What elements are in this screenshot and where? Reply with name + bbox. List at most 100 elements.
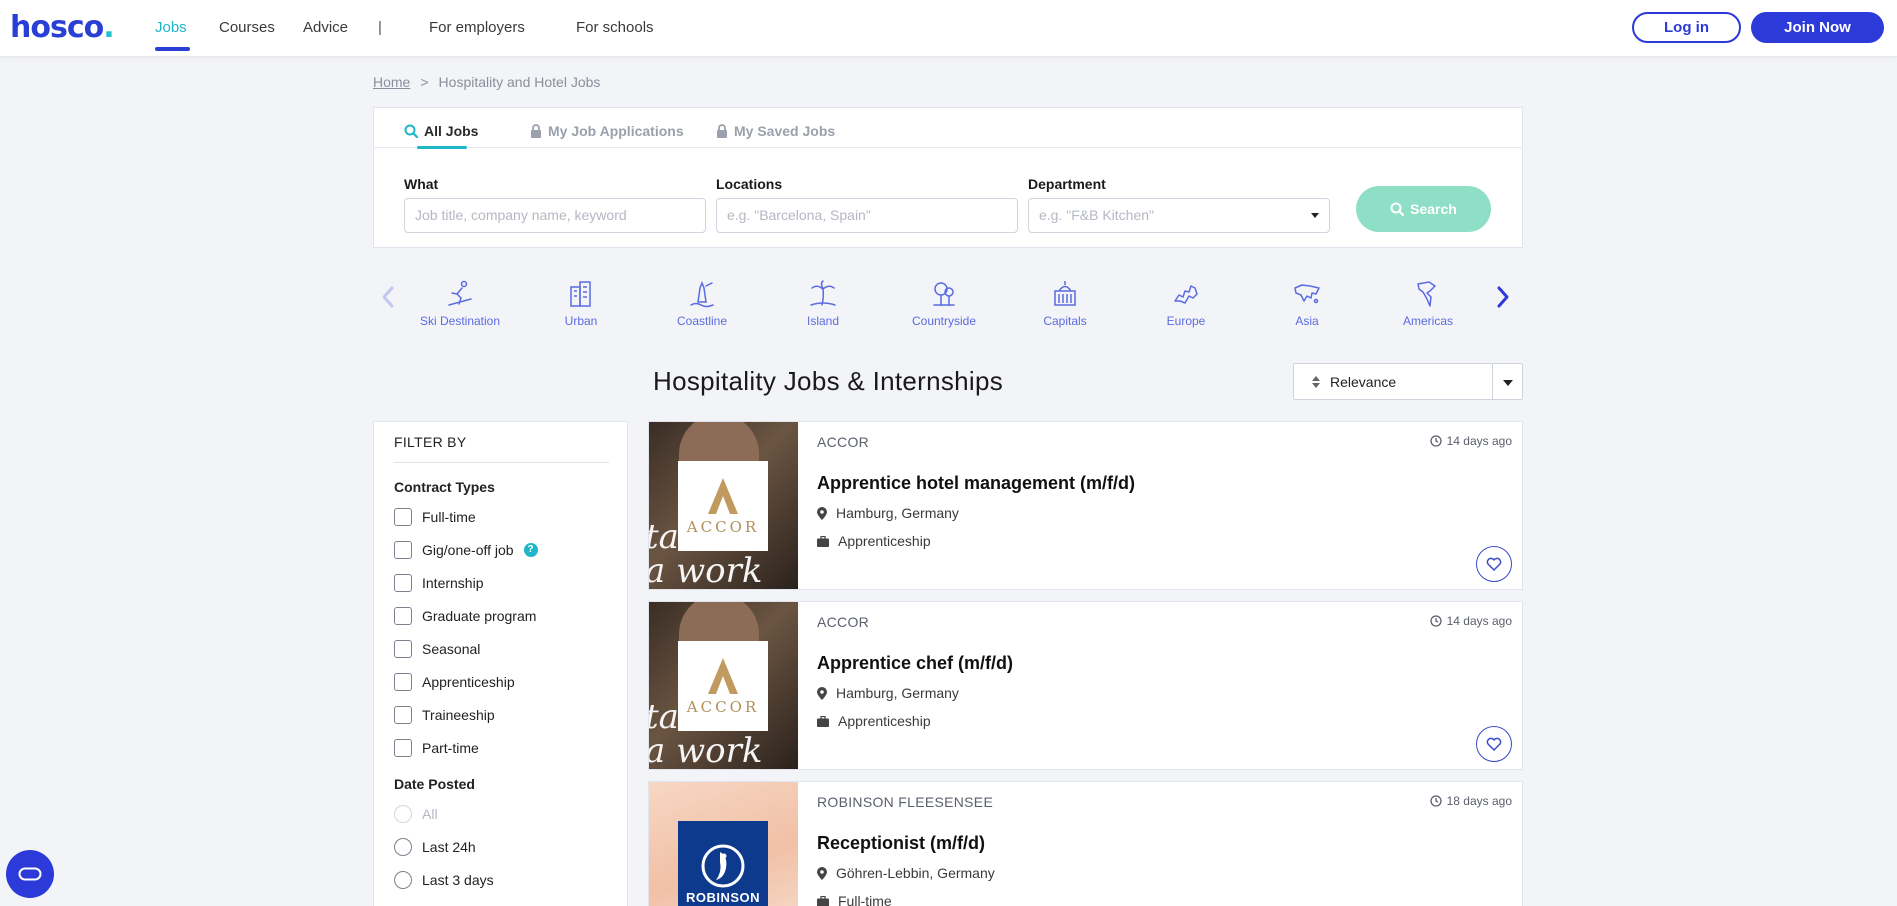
- checkbox[interactable]: [394, 640, 412, 658]
- destination-countryside[interactable]: Countryside: [894, 278, 994, 328]
- job-card[interactable]: ROBINSON ROBINSON FLEESENSEE 18 days ago…: [648, 781, 1523, 906]
- filter-option-internship[interactable]: Internship: [394, 573, 483, 593]
- job-title[interactable]: Apprentice hotel management (m/f/d): [817, 473, 1135, 494]
- date-option-label: Last 24h: [422, 839, 476, 855]
- filter-option-label: Apprenticeship: [422, 674, 515, 690]
- login-button[interactable]: Log in: [1632, 12, 1741, 43]
- destination-label: Asia: [1295, 314, 1319, 328]
- destination-europe[interactable]: Europe: [1136, 278, 1236, 328]
- posted-date: 14 days ago: [1429, 434, 1512, 448]
- carousel-prev-button[interactable]: [381, 285, 395, 314]
- nav-advice[interactable]: Advice: [303, 19, 348, 36]
- job-title[interactable]: Receptionist (m/f/d): [817, 833, 985, 854]
- checkbox[interactable]: [394, 541, 412, 559]
- checkbox[interactable]: [394, 574, 412, 592]
- destination-label: Coastline: [676, 314, 728, 328]
- checkbox[interactable]: [394, 706, 412, 724]
- job-thumbnail: ROBINSON: [649, 782, 798, 906]
- europe-map-icon: [1174, 285, 1198, 304]
- tab-my-job-applications[interactable]: My Job Applications: [530, 123, 684, 139]
- save-job-button[interactable]: [1476, 546, 1512, 582]
- company-name[interactable]: ROBINSON FLEESENSEE: [817, 794, 993, 810]
- filter-option-traineeship[interactable]: Traineeship: [394, 705, 495, 725]
- tab-label: My Job Applications: [548, 123, 684, 139]
- company-logo: ROBINSON: [678, 821, 768, 906]
- filter-option-seasonal[interactable]: Seasonal: [394, 639, 480, 659]
- department-select[interactable]: e.g. "F&B Kitchen": [1028, 198, 1330, 233]
- checkbox[interactable]: [394, 607, 412, 625]
- search-button-label: Search: [1410, 201, 1457, 217]
- company-logo: ACCOR: [678, 641, 768, 731]
- radio[interactable]: [394, 871, 412, 889]
- date-option-last-24h[interactable]: Last 24h: [394, 837, 476, 857]
- carousel-next-button[interactable]: [1496, 285, 1510, 314]
- destination-label: Countryside: [911, 314, 977, 328]
- capitol-icon: [1054, 281, 1076, 306]
- tab-label: All Jobs: [424, 123, 479, 139]
- date-option-all[interactable]: All: [394, 804, 438, 824]
- filter-option-label: Part-time: [422, 740, 479, 756]
- destination-label: Capitals: [1043, 314, 1087, 328]
- filter-option-graduate-program[interactable]: Graduate program: [394, 606, 536, 626]
- destination-island[interactable]: Island: [773, 278, 873, 328]
- department-label: Department: [1028, 176, 1106, 192]
- destination-americas[interactable]: Americas: [1378, 278, 1478, 328]
- location-text: Hamburg, Germany: [836, 505, 959, 521]
- clock-icon: [1429, 795, 1442, 807]
- search-button[interactable]: Search: [1356, 186, 1491, 232]
- locations-input[interactable]: e.g. "Barcelona, Spain": [716, 198, 1018, 233]
- destination-urban[interactable]: Urban: [531, 278, 631, 328]
- job-title[interactable]: Apprentice chef (m/f/d): [817, 653, 1013, 674]
- destination-label: Island: [806, 314, 840, 328]
- save-job-button[interactable]: [1476, 726, 1512, 762]
- buildings-icon: [570, 281, 591, 307]
- radio[interactable]: [394, 805, 412, 823]
- robinson-logo-icon: [701, 844, 745, 888]
- filter-option-label: Gig/one-off job: [422, 542, 514, 558]
- job-card[interactable]: taa work fh ACCOR ACCOR 14 days ago Appr…: [648, 421, 1523, 590]
- americas-map-icon: [1417, 281, 1436, 307]
- asia-map-icon: [1294, 284, 1320, 304]
- company-name[interactable]: ACCOR: [817, 614, 869, 630]
- filter-option-gig[interactable]: Gig/one-off job?: [394, 540, 538, 560]
- company-name[interactable]: ACCOR: [817, 434, 869, 450]
- nav-jobs[interactable]: Jobs: [155, 19, 187, 36]
- destination-ski[interactable]: Ski Destination: [410, 278, 510, 328]
- tab-all-jobs[interactable]: All Jobs: [404, 123, 478, 139]
- job-card[interactable]: taa work fh ACCOR ACCOR 14 days ago Appr…: [648, 601, 1523, 770]
- join-now-button[interactable]: Join Now: [1751, 12, 1884, 43]
- nav-courses[interactable]: Courses: [219, 19, 275, 36]
- filter-option-part-time[interactable]: Part-time: [394, 738, 479, 758]
- what-input[interactable]: Job title, company name, keyword: [404, 198, 706, 233]
- date-option-last-3-days[interactable]: Last 3 days: [394, 870, 494, 890]
- nav-for-schools[interactable]: For schools: [576, 19, 654, 36]
- checkbox[interactable]: [394, 673, 412, 691]
- radio[interactable]: [394, 838, 412, 856]
- filter-option-full-time[interactable]: Full-time: [394, 507, 476, 527]
- tab-my-saved-jobs[interactable]: My Saved Jobs: [716, 123, 835, 139]
- chat-widget-button[interactable]: [6, 850, 54, 898]
- checkbox[interactable]: [394, 508, 412, 526]
- help-icon[interactable]: ?: [523, 543, 538, 557]
- destination-asia[interactable]: Asia: [1257, 278, 1357, 328]
- locations-label: Locations: [716, 176, 783, 192]
- lock-icon: [531, 124, 541, 138]
- job-type: Full-time: [817, 893, 892, 906]
- filter-option-label: Internship: [422, 575, 484, 591]
- filter-header: FILTER BY: [394, 434, 467, 450]
- heart-icon: [1486, 557, 1502, 571]
- lock-icon: [717, 124, 727, 138]
- hosco-logo[interactable]: hosco.: [10, 10, 115, 45]
- location-pin-icon: [817, 686, 827, 700]
- search-tabs: All Jobs My Job Applications My Saved Jo…: [374, 108, 1522, 149]
- posted-text: 18 days ago: [1446, 794, 1512, 808]
- destination-coastline[interactable]: Coastline: [652, 278, 752, 328]
- job-thumbnail: taa work fh ACCOR: [649, 602, 798, 769]
- sort-select[interactable]: Relevance: [1293, 363, 1523, 400]
- breadcrumb-home[interactable]: Home: [373, 74, 410, 90]
- tab-active-indicator: [417, 146, 467, 149]
- filter-option-apprenticeship[interactable]: Apprenticeship: [394, 672, 515, 692]
- nav-for-employers[interactable]: For employers: [429, 19, 525, 36]
- checkbox[interactable]: [394, 739, 412, 757]
- destination-capitals[interactable]: Capitals: [1015, 278, 1115, 328]
